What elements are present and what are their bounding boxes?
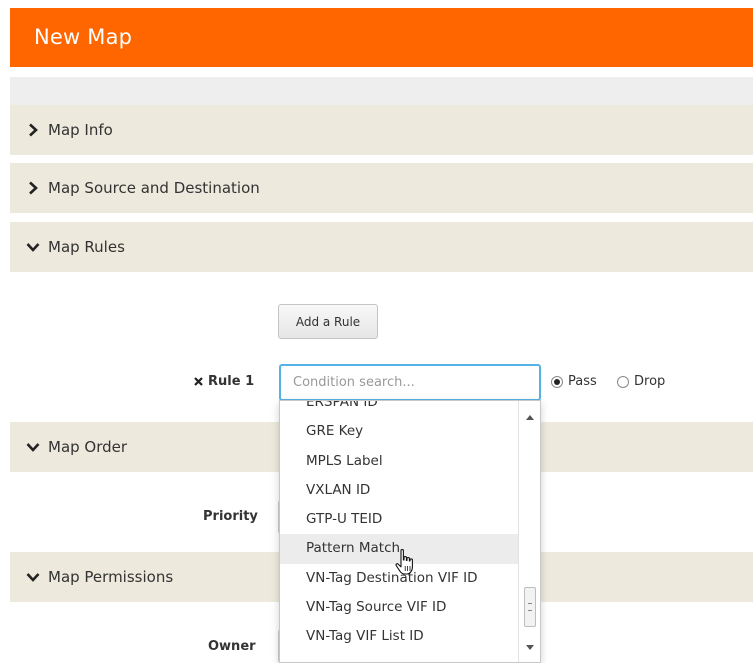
option-erspan-id[interactable]: ERSPAN ID [280,401,518,417]
condition-options-list: ERSPAN ID GRE Key MPLS Label VXLAN ID GT… [280,401,518,652]
chevron-right-icon [29,181,38,195]
pass-label: Pass [568,374,597,389]
section-label: Map Info [48,121,113,139]
option-vn-tag-source-vif-id[interactable]: VN-Tag Source VIF ID [280,593,518,622]
rule-1-remove-icon[interactable] [194,377,203,386]
section-label: Map Permissions [48,568,174,586]
priority-label: Priority [203,509,258,524]
section-map-rules[interactable]: Map Rules [10,222,753,272]
rule-label: Rule 1 [208,374,255,389]
section-label: Map Order [48,438,128,456]
scroll-down-icon[interactable] [526,645,534,650]
option-vn-tag-vif-list-id[interactable]: VN-Tag VIF List ID [280,622,518,651]
section-map-source-destination[interactable]: Map Source and Destination [10,163,753,213]
condition-search-input[interactable] [279,364,541,401]
radio-unselected-indicator [617,376,629,388]
drop-label: Drop [634,374,666,389]
radio-selected-indicator [551,376,563,388]
option-vxlan-id[interactable]: VXLAN ID [280,476,518,505]
condition-dropdown[interactable]: ERSPAN ID GRE Key MPLS Label VXLAN ID GT… [279,400,541,663]
chevron-down-icon [26,573,40,582]
chevron-down-icon [26,243,40,252]
scrollbar-thumb[interactable] [524,587,536,627]
option-gtp-u-teid[interactable]: GTP-U TEID [280,505,518,534]
section-label: Map Rules [48,238,125,256]
add-rule-button[interactable]: Add a Rule [278,304,378,339]
pass-radio[interactable]: Pass [551,374,611,392]
hand-pointer-icon [395,549,413,575]
dropdown-scrollbar[interactable] [518,401,540,662]
drop-radio[interactable]: Drop [617,374,677,392]
option-gre-key[interactable]: GRE Key [280,417,518,446]
chevron-right-icon [29,123,38,137]
option-mpls-label[interactable]: MPLS Label [280,447,518,476]
section-map-info[interactable]: Map Info [10,105,753,155]
scroll-up-icon[interactable] [526,415,534,420]
page-title: New Map [34,25,133,49]
owner-label: Owner [208,639,256,654]
section-label: Map Source and Destination [48,179,260,197]
page-header: New Map [10,8,753,67]
chevron-down-icon [26,443,40,452]
header-spacer [10,77,753,105]
